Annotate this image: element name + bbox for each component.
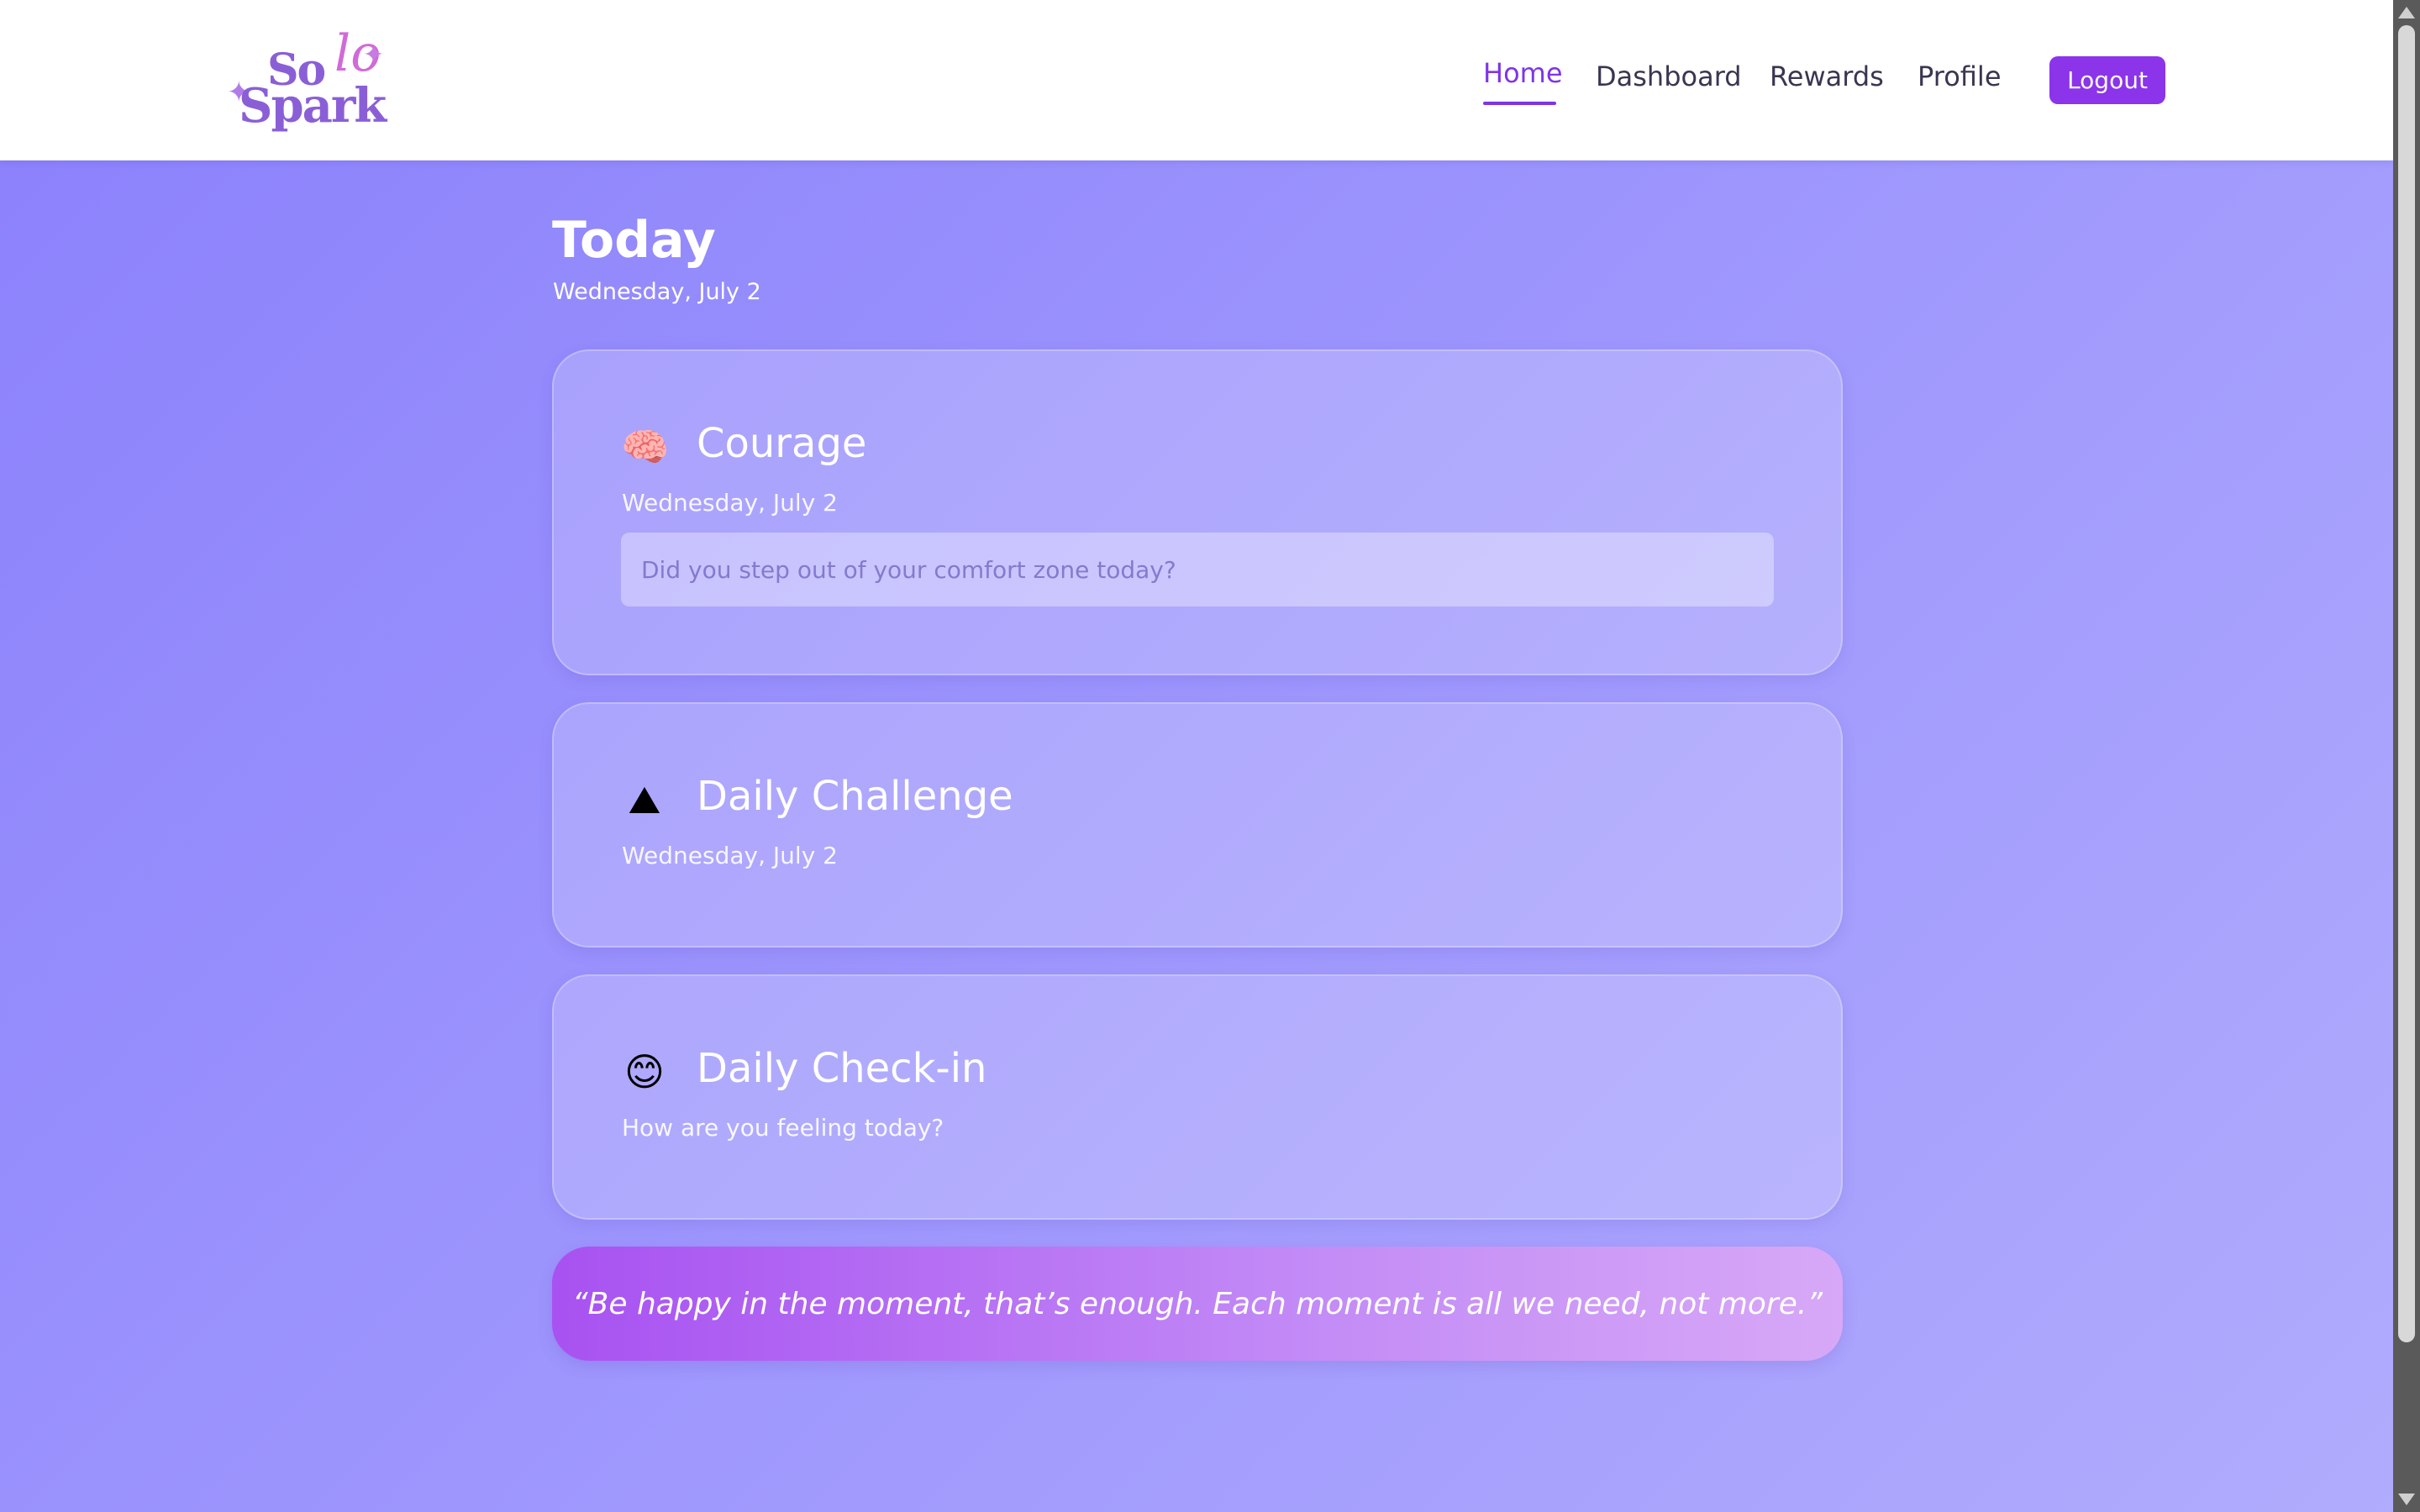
quote-banner: “Be happy in the moment, that’s enough. … xyxy=(552,1247,1843,1361)
scroll-up-arrow-icon[interactable] xyxy=(2398,7,2415,18)
courage-input[interactable] xyxy=(621,533,1774,606)
logo-text-spark: Spark xyxy=(239,78,387,134)
nav-rewards[interactable]: Rewards xyxy=(1770,60,1884,92)
quote-text: “Be happy in the moment, that’s enough. … xyxy=(572,1286,1823,1321)
logout-button[interactable]: Logout xyxy=(2049,56,2165,104)
mountain-icon: ⛰ xyxy=(628,777,661,822)
nav-active-indicator xyxy=(1483,102,1556,105)
vertical-scrollbar[interactable] xyxy=(2393,0,2420,1512)
daily-checkin-prompt: How are you feeling today? xyxy=(622,1114,944,1142)
courage-card: 🧠 Courage Wednesday, July 2 xyxy=(552,349,1843,675)
top-navbar: ✦ So lo ✦ Spark Home Dashboard Rewards P… xyxy=(0,0,2393,160)
courage-date: Wednesday, July 2 xyxy=(622,489,838,517)
sparkle-icon: ✦ xyxy=(363,40,385,70)
scroll-down-arrow-icon[interactable] xyxy=(2398,1494,2415,1505)
courage-title: Courage xyxy=(697,420,867,467)
nav-dashboard[interactable]: Dashboard xyxy=(1596,60,1742,92)
scrollbar-thumb[interactable] xyxy=(2398,25,2415,1342)
smiling-face-icon: 😊 xyxy=(624,1049,665,1095)
daily-checkin-title: Daily Check-in xyxy=(697,1045,987,1092)
brain-icon: 🧠 xyxy=(621,424,670,470)
solospark-logo[interactable]: ✦ So lo ✦ Spark xyxy=(227,25,403,134)
page-title: Today xyxy=(552,211,716,270)
nav-home[interactable]: Home xyxy=(1483,57,1563,89)
daily-checkin-card[interactable]: 😊 Daily Check-in How are you feeling tod… xyxy=(552,974,1843,1220)
page-date: Wednesday, July 2 xyxy=(553,279,761,305)
daily-challenge-title: Daily Challenge xyxy=(697,773,1013,820)
daily-challenge-card[interactable]: ⛰ Daily Challenge Wednesday, July 2 xyxy=(552,702,1843,948)
daily-challenge-date: Wednesday, July 2 xyxy=(622,842,838,869)
nav-profile[interactable]: Profile xyxy=(1918,60,2002,92)
